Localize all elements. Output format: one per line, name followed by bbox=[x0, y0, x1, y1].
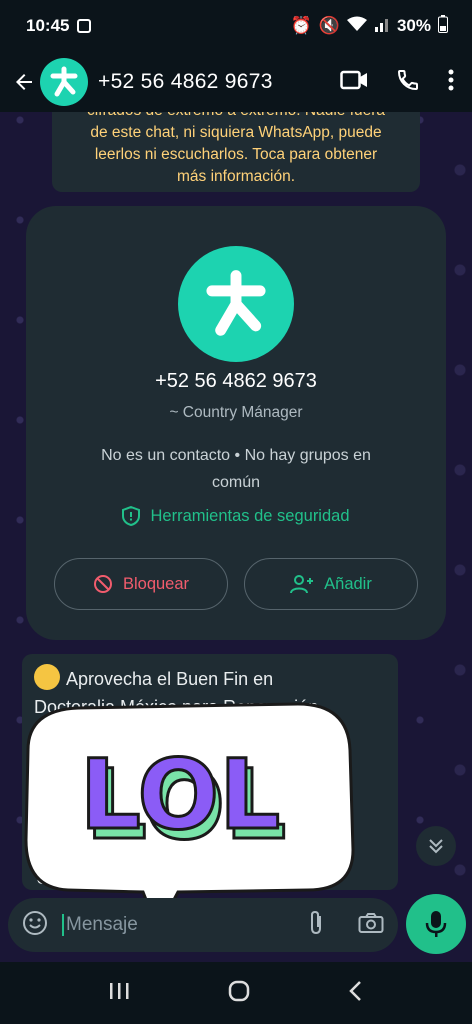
doctoralia-logo-icon bbox=[50, 66, 78, 97]
home-button[interactable] bbox=[227, 979, 251, 1008]
scroll-to-bottom-button[interactable] bbox=[416, 826, 456, 866]
attach-icon[interactable] bbox=[308, 910, 324, 941]
message-composer: Mensaje bbox=[8, 898, 398, 952]
voice-message-button[interactable] bbox=[406, 894, 466, 954]
block-icon bbox=[93, 575, 112, 593]
security-tools-label: Herramientas de seguridad bbox=[150, 506, 350, 525]
back-nav-button[interactable] bbox=[348, 980, 364, 1007]
emoji-icon[interactable] bbox=[22, 910, 48, 941]
block-label: Bloquear bbox=[122, 574, 190, 593]
block-button[interactable]: Bloquear bbox=[54, 558, 228, 610]
alarm-icon: ⏰ bbox=[290, 16, 312, 35]
status-bar: 10:45 ⏰ 🔇 30% bbox=[0, 0, 472, 52]
battery-level: 30% bbox=[396, 16, 431, 35]
gallery-notification-icon bbox=[77, 19, 92, 33]
sticker-text: LOL bbox=[80, 739, 281, 851]
contact-profile-card: +52 56 4862 9673 ~ Country Mánager No es… bbox=[26, 206, 446, 640]
profile-phone: +52 56 4862 9673 bbox=[155, 370, 317, 392]
shield-icon bbox=[122, 506, 141, 526]
system-nav-bar bbox=[0, 962, 472, 1024]
back-button[interactable] bbox=[10, 68, 38, 96]
security-tools-link[interactable]: Herramientas de seguridad bbox=[26, 506, 446, 526]
contact-status-line: No es un contacto • No hay grupos en bbox=[101, 447, 371, 464]
mute-icon: 🔇 bbox=[318, 16, 340, 35]
notice-line: más información. bbox=[176, 168, 295, 185]
contact-status-line: común bbox=[211, 474, 261, 491]
video-call-icon[interactable] bbox=[340, 69, 368, 96]
microphone-icon bbox=[425, 911, 447, 937]
message-line: Aprovecha el Buen Fin en bbox=[66, 669, 274, 689]
contact-status-text: No es un contacto • No hay grupos en com… bbox=[66, 442, 406, 496]
recent-apps-button[interactable] bbox=[108, 981, 130, 1006]
contact-avatar[interactable] bbox=[40, 58, 88, 106]
notice-line: leerlos ni escucharlos. Toca para obtene… bbox=[94, 146, 378, 163]
chat-title[interactable]: +52 56 4862 9673 bbox=[98, 70, 273, 94]
encryption-notice[interactable]: cifrados de extremo a extremo. Nadie fue… bbox=[52, 112, 420, 192]
notice-line: cifrados de extremo a extremo. Nadie fue… bbox=[66, 112, 406, 122]
arrow-left-icon bbox=[16, 74, 32, 90]
profile-role: ~ Country Mánager bbox=[169, 404, 303, 421]
voice-call-icon[interactable] bbox=[396, 68, 420, 97]
signal-icon bbox=[374, 16, 390, 37]
add-person-icon bbox=[290, 575, 314, 594]
doctoralia-logo-icon bbox=[206, 270, 266, 336]
profile-avatar[interactable] bbox=[178, 246, 294, 362]
add-contact-button[interactable]: Añadir bbox=[244, 558, 418, 610]
camera-icon[interactable] bbox=[358, 912, 384, 939]
status-time: 10:45 bbox=[26, 16, 70, 35]
double-chevron-down-icon bbox=[429, 839, 443, 854]
add-contact-label: Añadir bbox=[324, 574, 372, 593]
chat-header: +52 56 4862 9673 bbox=[0, 52, 472, 112]
notice-line: de este chat, ni siquiera WhatsApp, pued… bbox=[90, 124, 382, 141]
message-input[interactable]: Mensaje bbox=[62, 914, 138, 936]
more-options-icon[interactable] bbox=[448, 69, 454, 96]
party-face-emoji-icon bbox=[34, 664, 60, 690]
wifi-icon bbox=[346, 16, 367, 37]
battery-icon bbox=[438, 14, 448, 38]
